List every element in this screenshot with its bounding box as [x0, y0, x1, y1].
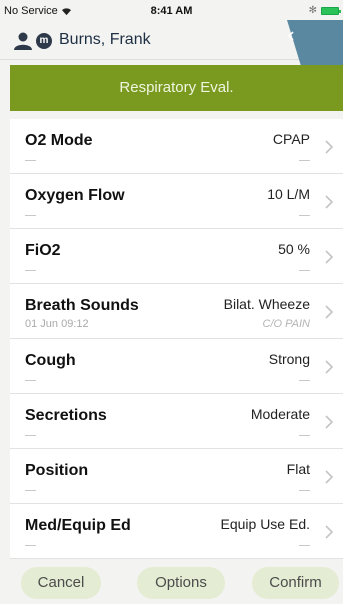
empty-date-dash: [25, 435, 36, 436]
row-value: 50 %: [278, 241, 310, 257]
row-value: Strong: [268, 351, 310, 367]
chevron-right-icon: [325, 305, 334, 319]
row-label: FiO2: [25, 242, 61, 259]
row-value: Equip Use Ed.: [220, 516, 311, 532]
row-value: Flat: [286, 461, 310, 477]
back-tab-icon[interactable]: [273, 20, 343, 66]
chevron-right-icon: [325, 250, 334, 264]
person-icon: [14, 32, 32, 50]
row-value: Bilat. Wheeze: [223, 296, 310, 312]
chevron-right-icon: [325, 360, 334, 374]
footer-toolbar: Cancel Options Confirm: [0, 559, 343, 604]
empty-comment-dash: [299, 545, 310, 546]
empty-date-dash: [25, 545, 36, 546]
battery-icon: [321, 6, 341, 15]
status-right: ✻: [308, 5, 341, 16]
row-label: Position: [25, 462, 89, 479]
patient-name: Burns, Frank: [59, 31, 151, 48]
empty-date-dash: [25, 490, 36, 491]
list-item-o2-mode[interactable]: O2 Mode CPAP: [10, 119, 343, 174]
confirm-button[interactable]: Confirm: [252, 567, 339, 599]
patient-badge: m: [36, 33, 52, 49]
chevron-right-icon: [325, 195, 334, 209]
row-label: O2 Mode: [25, 132, 93, 149]
row-date: 01 Jun 09:12: [25, 318, 89, 330]
empty-comment-dash: [299, 380, 310, 381]
chevron-right-icon: [325, 470, 334, 484]
list-item-position[interactable]: Position Flat: [10, 449, 343, 504]
row-label: Med/Equip Ed: [25, 517, 131, 534]
row-comment: C/O PAIN: [262, 318, 310, 330]
empty-comment-dash: [299, 490, 310, 491]
list-item-cough[interactable]: Cough Strong: [10, 339, 343, 394]
options-button[interactable]: Options: [137, 567, 225, 599]
list-item-med-equip-ed[interactable]: Med/Equip Ed Equip Use Ed.: [10, 504, 343, 559]
row-value: Moderate: [250, 406, 310, 422]
bluetooth-icon: ✻: [308, 5, 317, 16]
assessment-list: O2 Mode CPAP Oxygen Flow 10 L/M FiO2 50 …: [10, 119, 343, 559]
list-item-oxygen-flow[interactable]: Oxygen Flow 10 L/M: [10, 174, 343, 229]
empty-comment-dash: [299, 160, 310, 161]
empty-date-dash: [25, 270, 36, 271]
empty-comment-dash: [299, 435, 310, 436]
chevron-right-icon: [325, 525, 334, 539]
row-label: Cough: [25, 352, 76, 369]
empty-date-dash: [25, 380, 36, 381]
list-item-breath-sounds[interactable]: Breath Sounds Bilat. Wheeze 01 Jun 09:12…: [10, 284, 343, 339]
empty-date-dash: [25, 160, 36, 161]
page-title: Respiratory Eval.: [10, 65, 343, 111]
status-bar: No Service 8:41 AM ✻: [0, 0, 343, 20]
cancel-button[interactable]: Cancel: [21, 567, 101, 599]
app-screen: No Service 8:41 AM ✻ m Burns, Frank Resp…: [0, 0, 343, 604]
row-label: Secretions: [25, 407, 107, 424]
row-label: Breath Sounds: [25, 297, 139, 314]
chevron-right-icon: [325, 415, 334, 429]
empty-date-dash: [25, 215, 36, 216]
status-time: 8:41 AM: [150, 5, 193, 17]
chevron-right-icon: [325, 140, 334, 154]
row-label: Oxygen Flow: [25, 187, 125, 204]
list-item-fio2[interactable]: FiO2 50 %: [10, 229, 343, 284]
row-value: 10 L/M: [267, 186, 310, 202]
list-item-secretions[interactable]: Secretions Moderate: [10, 394, 343, 449]
row-value: CPAP: [272, 131, 310, 147]
empty-comment-dash: [299, 270, 310, 271]
empty-comment-dash: [299, 215, 310, 216]
